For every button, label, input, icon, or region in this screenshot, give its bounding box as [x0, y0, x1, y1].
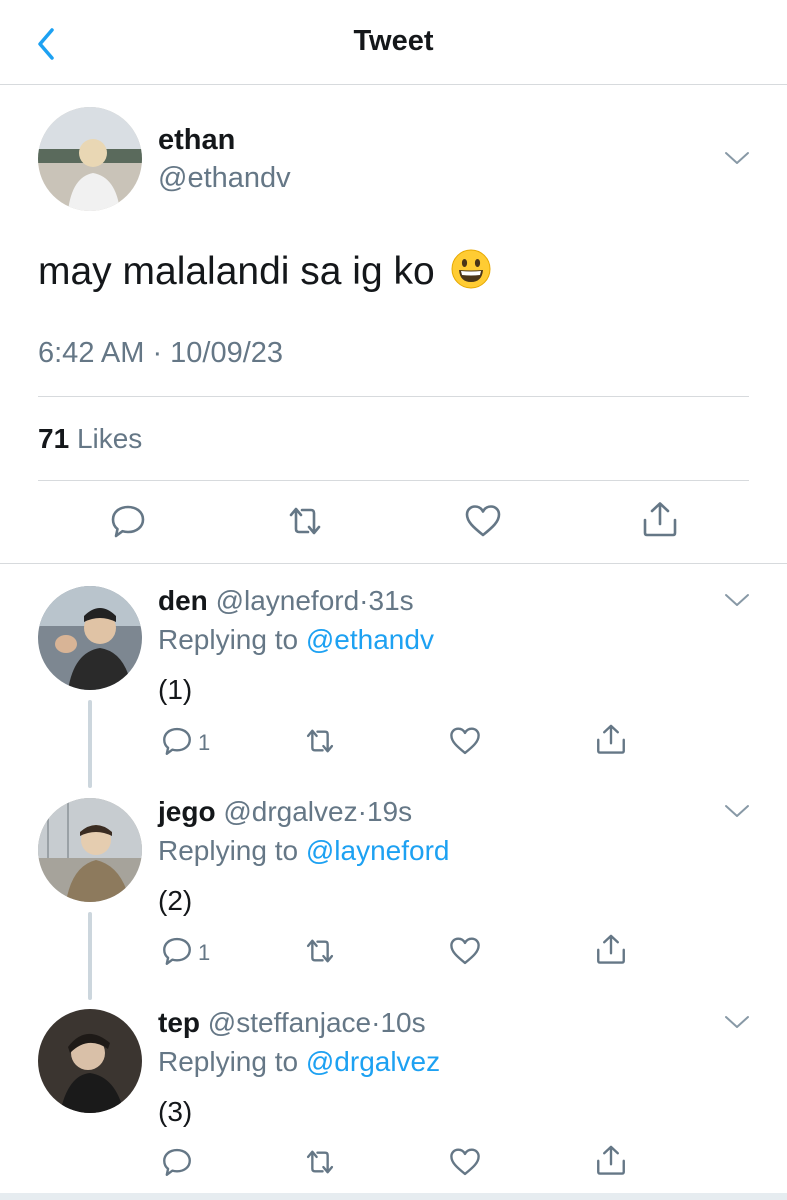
likes-count: 71 [38, 423, 70, 454]
reply-text: (2) [158, 885, 193, 916]
replying-prefix: Replying to [158, 835, 299, 866]
page-title: Tweet [353, 25, 434, 57]
reply-time: 19s [366, 796, 413, 827]
avatar[interactable] [38, 798, 142, 902]
thread-connector [88, 700, 92, 788]
like-icon[interactable] [448, 724, 482, 758]
reply-time: 10s [380, 1007, 426, 1038]
section-divider [0, 563, 787, 564]
chevron-down-icon[interactable] [723, 803, 751, 819]
dot-separator: · [359, 585, 369, 616]
share-icon[interactable] [594, 722, 628, 756]
retweet-icon[interactable] [285, 501, 325, 541]
reply-header: den @layneford·31s [158, 585, 414, 617]
chevron-down-icon[interactable] [723, 592, 751, 608]
share-icon[interactable] [594, 932, 628, 966]
top-bar: Tweet [0, 0, 787, 85]
reply-author-name[interactable]: jego [158, 796, 216, 827]
tweet-body: may malalandi sa ig ko [38, 250, 435, 293]
reply-icon[interactable] [160, 724, 194, 758]
author-name[interactable]: ethan [158, 124, 235, 157]
tweet-action-bar [0, 498, 787, 548]
avatar[interactable] [38, 1009, 142, 1113]
retweet-icon[interactable] [303, 724, 337, 758]
reply-author-handle[interactable]: @steffanjace [208, 1007, 371, 1038]
mention-link[interactable]: @ethandv [306, 624, 434, 655]
like-icon[interactable] [448, 934, 482, 968]
reply-text: (3) [158, 1096, 193, 1127]
retweet-icon[interactable] [303, 934, 337, 968]
like-icon[interactable] [463, 501, 503, 541]
tweet-text: may malalandi sa ig ko [38, 248, 492, 294]
replying-to: Replying to @ethandv [158, 624, 434, 656]
reply-author-handle[interactable]: @drgalvez [223, 796, 357, 827]
avatar[interactable] [38, 107, 142, 211]
replying-prefix: Replying to [158, 1046, 299, 1077]
reply-author-handle[interactable]: @layneford [216, 585, 360, 616]
dot-separator: · [357, 796, 367, 827]
replying-to: Replying to @drgalvez [158, 1046, 440, 1078]
reply-text: (1) [158, 674, 193, 705]
avatar[interactable] [38, 586, 142, 690]
chevron-down-icon[interactable] [723, 1014, 751, 1030]
reply-icon[interactable] [108, 501, 148, 541]
divider [38, 480, 749, 481]
like-icon[interactable] [448, 1145, 482, 1179]
likes-label: Likes [76, 423, 143, 454]
reply-author-name[interactable]: den [158, 585, 208, 616]
reply-author-name[interactable]: tep [158, 1007, 200, 1038]
replying-prefix: Replying to [158, 624, 299, 655]
reply-icon[interactable] [160, 934, 194, 968]
reply-icon[interactable] [160, 1145, 194, 1179]
reply-header: tep @steffanjace·10s [158, 1007, 426, 1039]
reply-time: 31s [368, 585, 414, 616]
share-icon[interactable] [594, 1143, 628, 1177]
reply-count: 1 [198, 940, 211, 965]
likes-stat[interactable]: 71 Likes [38, 423, 142, 455]
chevron-down-icon[interactable] [723, 150, 751, 166]
reply-header: jego @drgalvez·19s [158, 796, 412, 828]
bottom-edge [0, 1193, 787, 1200]
divider [38, 396, 749, 397]
retweet-icon[interactable] [303, 1145, 337, 1179]
share-icon[interactable] [640, 499, 680, 539]
mention-link[interactable]: @layneford [306, 835, 450, 866]
tweet-timestamp: 6:42 AM · 10/09/23 [38, 337, 284, 369]
tweet-detail-screen: Tweet ethan @ethandv may malalandi sa ig… [0, 0, 787, 1200]
grinning-face-icon [451, 249, 491, 289]
reply-count: 1 [198, 730, 211, 755]
author-handle[interactable]: @ethandv [158, 162, 291, 195]
replying-to: Replying to @layneford [158, 835, 449, 867]
mention-link[interactable]: @drgalvez [306, 1046, 440, 1077]
thread-connector [88, 912, 92, 1000]
